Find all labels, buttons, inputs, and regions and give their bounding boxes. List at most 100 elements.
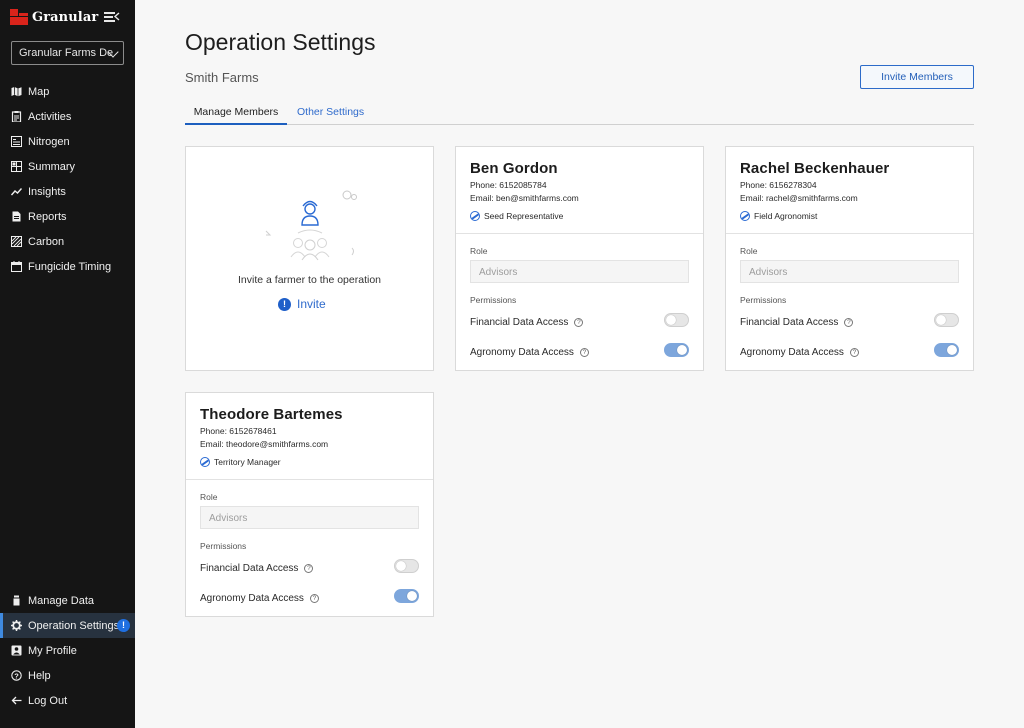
invite-link[interactable]: ! Invite	[278, 297, 326, 311]
help-tooltip-icon[interactable]: ?	[574, 318, 584, 327]
invite-farmer-card: Invite a farmer to the operation ! Invit…	[185, 146, 434, 371]
svg-text:?: ?	[14, 671, 19, 680]
sidebar-item-label: Summary	[28, 160, 76, 173]
reports-icon	[11, 211, 22, 222]
farm-selector-value: Granular Farms De	[19, 47, 114, 59]
settings-tabs: Manage Members Other Settings	[185, 102, 974, 125]
agronomy-access-toggle[interactable]	[934, 343, 959, 357]
sidebar-top-nav: Map Activities Nitrogen Summary Insights…	[0, 79, 135, 279]
sidebar-item-label: Activities	[28, 110, 72, 123]
sidebar-item-label: Reports	[28, 210, 67, 223]
map-icon	[11, 86, 22, 97]
financial-access-toggle[interactable]	[664, 313, 689, 327]
tab-manage-members[interactable]: Manage Members	[185, 102, 287, 125]
sidebar-bottom-nav: Manage Data Operation Settings ! My Prof…	[0, 588, 135, 713]
sidebar-item-reports[interactable]: Reports	[0, 204, 135, 229]
brand-name: Granular	[32, 9, 99, 25]
data-icon	[11, 595, 22, 606]
sidebar: Granular Granular Farms De Map Activitie…	[0, 0, 135, 728]
financial-access-label: Financial Data Access	[740, 317, 839, 328]
member-phone: Phone: 6152085784	[470, 180, 547, 190]
summary-icon	[11, 161, 22, 172]
financial-permission-row: Financial Data Access?	[740, 312, 959, 328]
role-label: Role	[200, 492, 218, 502]
main-content: Operation Settings Smith Farms Invite Me…	[135, 0, 1024, 728]
financial-access-toggle[interactable]	[394, 559, 419, 573]
operation-name: Smith Farms	[185, 70, 259, 85]
member-role-tag: Field Agronomist	[740, 211, 817, 221]
agronomy-access-toggle[interactable]	[664, 343, 689, 357]
sidebar-item-operation-settings[interactable]: Operation Settings !	[0, 613, 135, 638]
clipboard-icon	[11, 111, 22, 123]
gear-icon	[11, 620, 22, 631]
member-phone: Phone: 6152678461	[200, 426, 277, 436]
alert-badge: !	[117, 619, 130, 632]
sidebar-item-carbon[interactable]: Carbon	[0, 229, 135, 254]
sidebar-item-label: Help	[28, 669, 51, 682]
permissions-label: Permissions	[200, 541, 247, 551]
member-role-tag-label: Field Agronomist	[754, 211, 818, 221]
sidebar-item-label: My Profile	[28, 644, 77, 657]
sidebar-item-activities[interactable]: Activities	[0, 104, 135, 129]
tab-other-settings[interactable]: Other Settings	[297, 102, 364, 125]
help-tooltip-icon[interactable]: ?	[844, 318, 854, 327]
page-title: Operation Settings	[185, 29, 376, 55]
agronomy-permission-row: Agronomy Data Access?	[470, 342, 689, 358]
sidebar-item-map[interactable]: Map	[0, 79, 135, 104]
help-tooltip-icon[interactable]: ?	[579, 348, 589, 357]
sidebar-item-label: Log Out	[28, 694, 68, 707]
help-icon: ?	[11, 670, 22, 681]
member-email: Email: rachel@smithfarms.com	[740, 193, 858, 203]
logout-icon	[11, 695, 22, 706]
member-role-tag-label: Seed Representative	[484, 211, 564, 221]
sidebar-item-nitrogen[interactable]: Nitrogen	[0, 129, 135, 154]
member-card: Rachel Beckenhauer Phone: 6156278304 Ema…	[725, 146, 974, 371]
granular-logo-icon	[10, 9, 28, 25]
farm-selector[interactable]: Granular Farms De	[11, 41, 124, 65]
sidebar-item-label: Fungicide Timing	[28, 260, 112, 273]
sidebar-item-label: Operation Settings	[28, 619, 120, 632]
agronomy-access-label: Agronomy Data Access	[740, 347, 844, 358]
member-role-tag: Seed Representative	[470, 211, 563, 221]
sidebar-item-label: Carbon	[28, 235, 65, 248]
help-tooltip-icon[interactable]: ?	[309, 594, 319, 603]
role-input[interactable]: Advisors	[470, 260, 689, 283]
role-badge-icon	[200, 457, 210, 467]
sidebar-item-my-profile[interactable]: My Profile	[0, 638, 135, 663]
role-badge-icon	[470, 211, 480, 221]
agronomy-access-label: Agronomy Data Access	[200, 593, 304, 604]
sidebar-item-label: Manage Data	[28, 594, 95, 607]
help-tooltip-icon[interactable]: ?	[304, 564, 314, 573]
carbon-icon	[11, 236, 22, 247]
role-badge-icon	[740, 211, 750, 221]
sidebar-item-summary[interactable]: Summary	[0, 154, 135, 179]
financial-access-label: Financial Data Access	[470, 317, 569, 328]
sidebar-item-fungicide-timing[interactable]: Fungicide Timing	[0, 254, 135, 279]
sidebar-item-help[interactable]: ? Help	[0, 663, 135, 688]
sidebar-item-label: Nitrogen	[28, 135, 70, 148]
sidebar-item-log-out[interactable]: Log Out	[0, 688, 135, 713]
alert-icon: !	[278, 297, 291, 311]
brand-logo[interactable]: Granular	[10, 9, 98, 25]
financial-access-toggle[interactable]	[934, 313, 959, 327]
agronomy-access-label: Agronomy Data Access	[470, 347, 574, 358]
invite-members-button[interactable]: Invite Members	[860, 65, 974, 89]
divider	[726, 233, 973, 234]
member-name: Ben Gordon	[470, 160, 558, 177]
agronomy-permission-row: Agronomy Data Access?	[740, 342, 959, 358]
permissions-label: Permissions	[740, 295, 787, 305]
sidebar-item-label: Insights	[28, 185, 66, 198]
member-email: Email: theodore@smithfarms.com	[200, 439, 329, 449]
invite-link-label: Invite	[297, 297, 326, 311]
agronomy-access-toggle[interactable]	[394, 589, 419, 603]
role-input[interactable]: Advisors	[740, 260, 959, 283]
sidebar-item-manage-data[interactable]: Manage Data	[0, 588, 135, 613]
help-tooltip-icon[interactable]: ?	[849, 348, 859, 357]
invite-farmer-illustration-icon	[265, 190, 357, 261]
role-input[interactable]: Advisors	[200, 506, 419, 529]
member-role-tag: Territory Manager	[200, 457, 281, 467]
collapse-menu-icon[interactable]	[104, 10, 120, 24]
sidebar-item-insights[interactable]: Insights	[0, 179, 135, 204]
member-phone: Phone: 6156278304	[740, 180, 817, 190]
insights-icon	[10, 186, 23, 197]
